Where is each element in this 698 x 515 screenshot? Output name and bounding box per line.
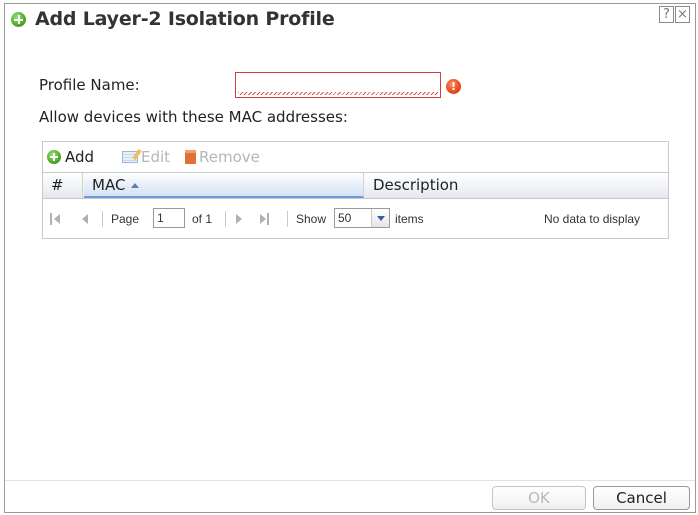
remove-label: Remove bbox=[199, 148, 260, 166]
dialog-title: Add Layer-2 Isolation Profile bbox=[35, 8, 335, 30]
add-label: Add bbox=[65, 148, 95, 166]
invalid-underline bbox=[238, 92, 438, 95]
footer-divider bbox=[5, 480, 695, 481]
pager-divider bbox=[102, 211, 103, 227]
next-page-icon[interactable] bbox=[233, 213, 245, 225]
items-per-page-value: 50 bbox=[338, 211, 352, 225]
profile-name-label: Profile Name: bbox=[39, 76, 140, 94]
trash-icon bbox=[185, 150, 196, 164]
mac-table-panel: Add Edit Remove # MAC Description Page 1… bbox=[42, 141, 669, 239]
dialog-titlebar: Add Layer-2 Isolation Profile ? × bbox=[5, 4, 695, 38]
page-number-input[interactable]: 1 bbox=[153, 208, 185, 228]
column-header-mac-label: MAC bbox=[92, 176, 126, 194]
edit-icon bbox=[122, 151, 138, 163]
pager-divider bbox=[225, 211, 226, 227]
table-toolbar: Add Edit Remove bbox=[43, 142, 668, 172]
column-header-number[interactable]: # bbox=[43, 173, 83, 198]
column-header-mac[interactable]: MAC bbox=[84, 173, 364, 198]
profile-name-input[interactable] bbox=[235, 72, 441, 98]
items-label: items bbox=[395, 212, 424, 226]
table-header: # MAC Description bbox=[43, 172, 668, 199]
edit-button[interactable]: Edit bbox=[122, 148, 170, 166]
add-profile-dialog: Add Layer-2 Isolation Profile ? × Profil… bbox=[4, 3, 696, 513]
chevron-down-icon bbox=[371, 209, 389, 227]
add-icon bbox=[47, 150, 61, 164]
allow-mac-label: Allow devices with these MAC addresses: bbox=[39, 108, 348, 126]
help-button[interactable]: ? bbox=[659, 6, 674, 23]
empty-message: No data to display bbox=[544, 212, 641, 226]
previous-page-icon[interactable] bbox=[79, 213, 91, 225]
table-pager: Page 1 of 1 Show 50 items No data to dis… bbox=[43, 200, 668, 238]
sort-ascending-icon bbox=[131, 183, 140, 188]
last-page-icon[interactable] bbox=[259, 213, 271, 225]
edit-label: Edit bbox=[141, 148, 171, 166]
cancel-button[interactable]: Cancel bbox=[593, 486, 690, 510]
ok-button[interactable]: OK bbox=[492, 486, 586, 510]
pager-divider bbox=[287, 211, 288, 227]
error-icon: ! bbox=[446, 79, 461, 94]
column-header-description[interactable]: Description bbox=[365, 173, 668, 198]
remove-button[interactable]: Remove bbox=[185, 148, 260, 166]
items-per-page-select[interactable]: 50 bbox=[334, 208, 390, 228]
first-page-icon[interactable] bbox=[50, 213, 62, 225]
page-label: Page bbox=[111, 212, 140, 226]
page-count-label: of 1 bbox=[192, 212, 213, 226]
add-circle-icon bbox=[11, 12, 26, 27]
show-label: Show bbox=[296, 212, 327, 226]
add-button[interactable]: Add bbox=[47, 148, 94, 166]
close-button[interactable]: × bbox=[675, 6, 690, 23]
